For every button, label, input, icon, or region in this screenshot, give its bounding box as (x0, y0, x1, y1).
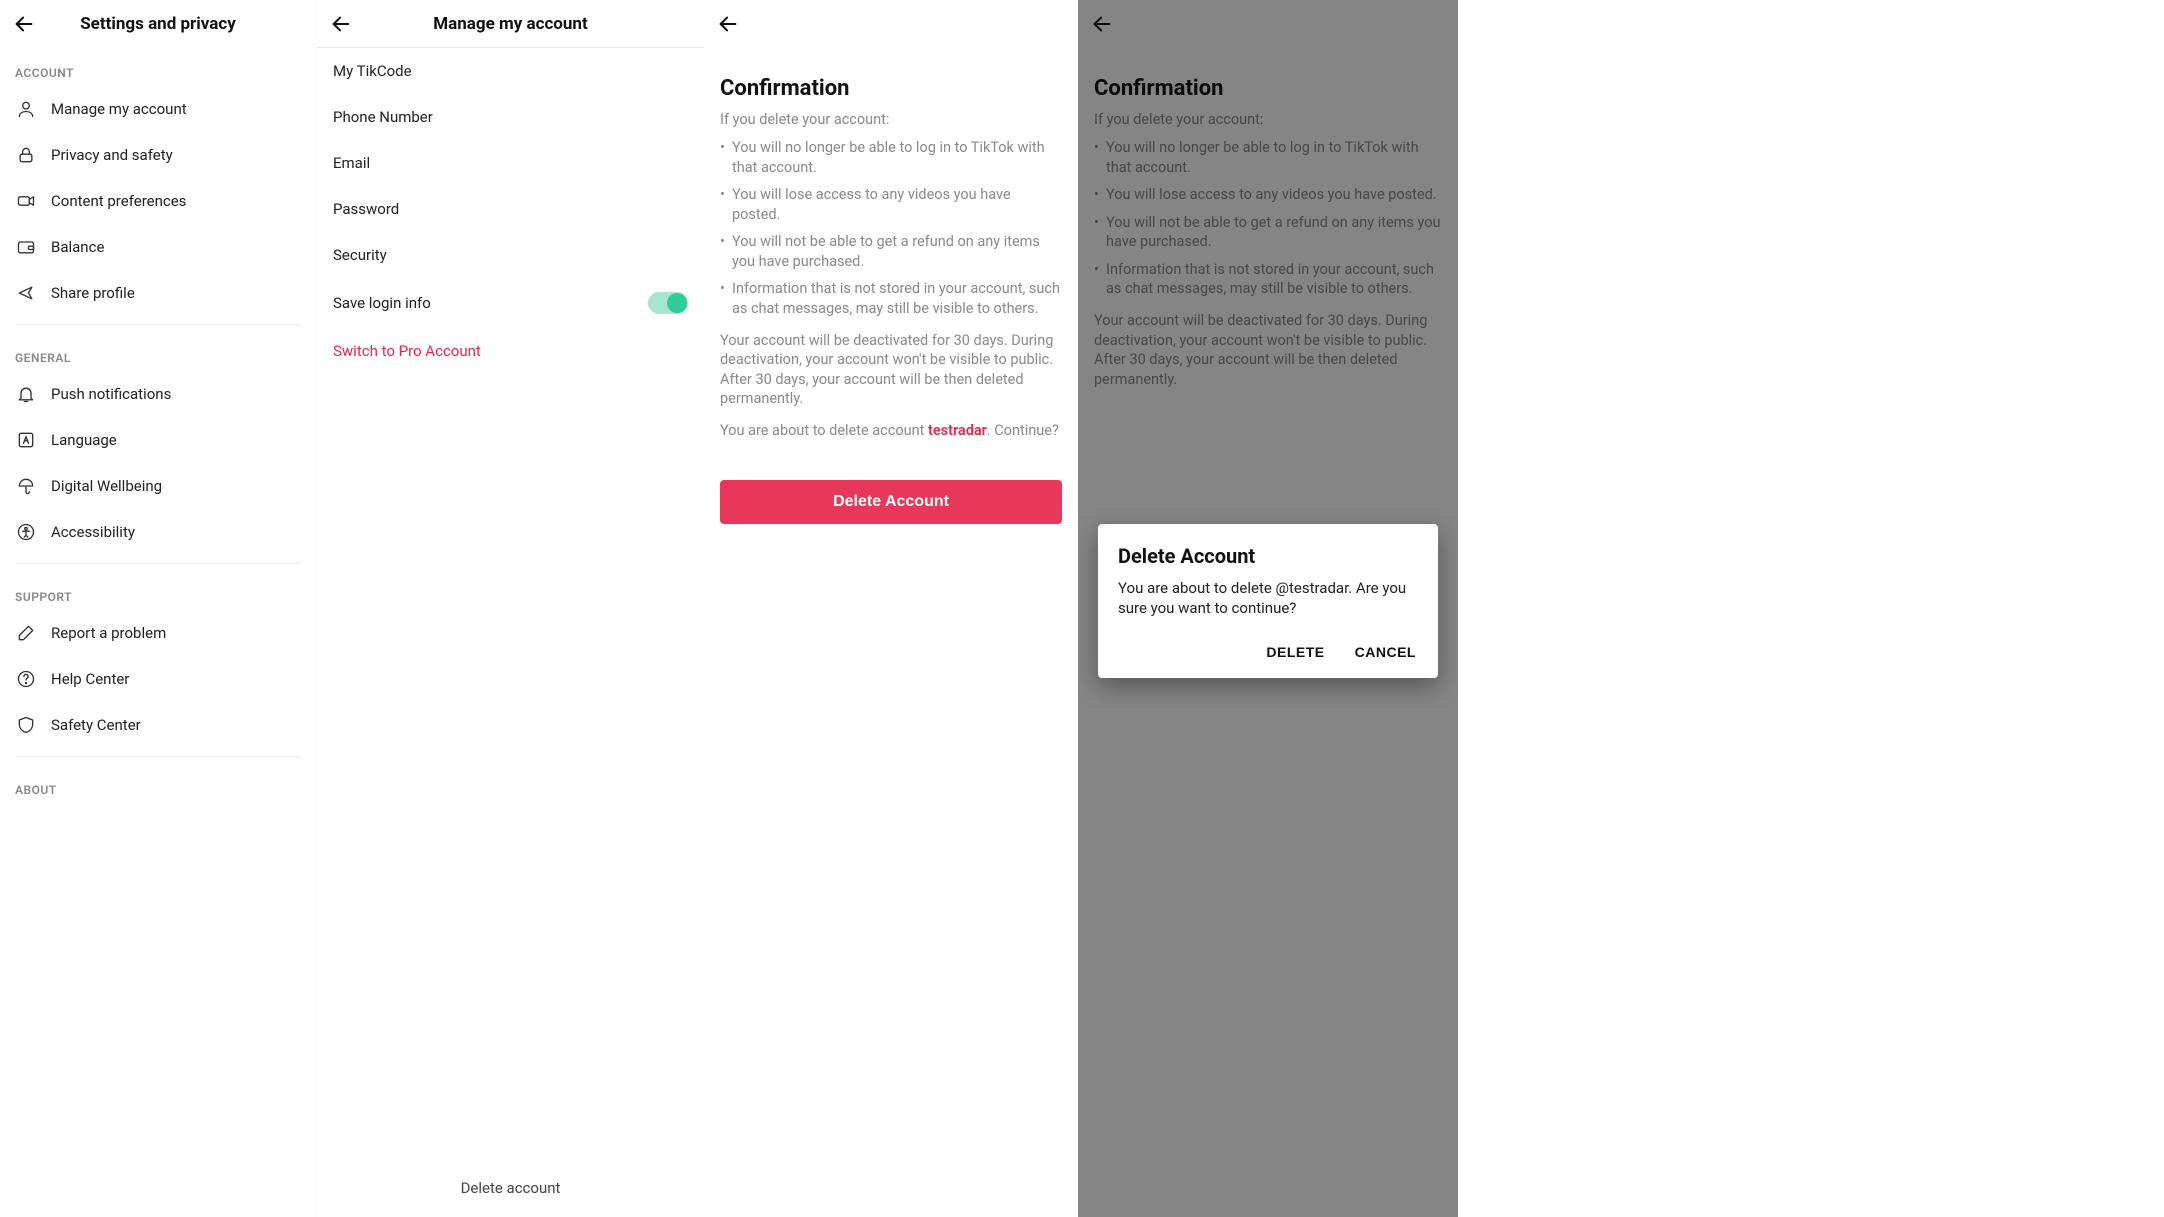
manage-account-header: Manage my account (317, 0, 704, 48)
back-arrow-icon (13, 13, 35, 35)
row-report-problem[interactable]: Report a problem (0, 610, 316, 656)
back-arrow-icon (717, 13, 739, 35)
row-label: My TikCode (333, 62, 688, 80)
person-icon (15, 98, 37, 120)
row-safety-center[interactable]: Safety Center (0, 702, 316, 748)
confirmation-bullet: You will no longer be able to log in to … (720, 138, 1062, 177)
row-label: Balance (51, 238, 301, 256)
umbrella-icon (15, 475, 37, 497)
confirmation-body: Confirmation If you delete your account:… (704, 48, 1078, 524)
row-language[interactable]: Language (0, 417, 316, 463)
row-label: Content preferences (51, 192, 301, 210)
delete-account-label: Delete account (461, 1179, 561, 1197)
row-privacy-safety[interactable]: Privacy and safety (0, 132, 316, 178)
row-share-profile[interactable]: Share profile (0, 270, 316, 316)
delete-question: You are about to delete account testrada… (720, 421, 1062, 441)
deactivate-paragraph: Your account will be deactivated for 30 … (720, 331, 1062, 409)
row-email[interactable]: Email (317, 140, 704, 186)
delete-account-button[interactable]: Delete Account (720, 480, 1062, 524)
divider (15, 324, 301, 325)
back-button[interactable] (10, 10, 38, 38)
confirmation-list: You will no longer be able to log in to … (720, 138, 1062, 319)
delete-account-link[interactable]: Delete account (317, 1179, 704, 1197)
row-label: Push notifications (51, 385, 301, 403)
delete-dialog: Delete Account You are about to delete @… (1098, 524, 1438, 679)
row-save-login-info[interactable]: Save login info (317, 278, 704, 328)
question-prefix: You are about to delete account (720, 422, 928, 439)
row-label: Digital Wellbeing (51, 477, 301, 495)
dialog-actions: DELETE CANCEL (1118, 638, 1418, 666)
row-security[interactable]: Security (317, 232, 704, 278)
dialog-delete-button[interactable]: DELETE (1264, 638, 1326, 666)
row-help-center[interactable]: Help Center (0, 656, 316, 702)
row-label: Safety Center (51, 716, 301, 734)
dialog-body: You are about to delete @testradar. Are … (1118, 578, 1418, 619)
save-login-toggle[interactable] (648, 292, 688, 314)
row-balance[interactable]: Balance (0, 224, 316, 270)
row-label: Language (51, 431, 301, 449)
row-label: Save login info (333, 294, 648, 312)
share-icon (15, 282, 37, 304)
shield-icon (15, 714, 37, 736)
row-label: Password (333, 200, 688, 218)
section-label-account: ACCOUNT (0, 48, 316, 86)
divider (15, 563, 301, 564)
page-title: Manage my account (317, 14, 704, 34)
dialog-cancel-button[interactable]: CANCEL (1353, 638, 1418, 666)
wallet-icon (15, 236, 37, 258)
row-password[interactable]: Password (317, 186, 704, 232)
settings-header: Settings and privacy (0, 0, 316, 48)
row-label: Manage my account (51, 100, 301, 118)
row-phone-number[interactable]: Phone Number (317, 94, 704, 140)
section-label-support: SUPPORT (0, 572, 316, 610)
language-icon (15, 429, 37, 451)
confirmation-dialog-panel: Confirmation If you delete your account:… (1078, 0, 1458, 1217)
row-label: Share profile (51, 284, 301, 302)
pencil-icon (15, 622, 37, 644)
row-label: Help Center (51, 670, 301, 688)
row-switch-pro-account[interactable]: Switch to Pro Account (317, 328, 704, 374)
dialog-title: Delete Account (1118, 544, 1418, 568)
back-arrow-icon (330, 13, 352, 35)
confirmation-intro: If you delete your account: (720, 111, 1062, 128)
question-suffix: . Continue? (987, 422, 1059, 439)
row-label: Report a problem (51, 624, 301, 642)
row-digital-wellbeing[interactable]: Digital Wellbeing (0, 463, 316, 509)
row-label: Accessibility (51, 523, 301, 541)
username: testradar (928, 422, 987, 439)
section-label-about: ABOUT (0, 765, 316, 803)
page-title: Settings and privacy (0, 14, 316, 34)
row-manage-account[interactable]: Manage my account (0, 86, 316, 132)
row-label: Security (333, 246, 688, 264)
confirmation-bullet: Information that is not stored in your a… (720, 279, 1062, 318)
switch-pro-link: Switch to Pro Account (333, 342, 688, 360)
back-button[interactable] (714, 10, 742, 38)
bell-icon (15, 383, 37, 405)
row-label: Privacy and safety (51, 146, 301, 164)
row-label: Phone Number (333, 108, 688, 126)
back-button[interactable] (327, 10, 355, 38)
confirmation-panel: Confirmation If you delete your account:… (704, 0, 1078, 1217)
manage-account-panel: Manage my account My TikCode Phone Numbe… (316, 0, 704, 1217)
section-label-general: GENERAL (0, 333, 316, 371)
row-my-tikcode[interactable]: My TikCode (317, 48, 704, 94)
accessibility-icon (15, 521, 37, 543)
confirmation-header (704, 0, 1078, 48)
row-label: Email (333, 154, 688, 172)
help-icon (15, 668, 37, 690)
confirmation-bullet: You will lose access to any videos you h… (720, 185, 1062, 224)
confirmation-title: Confirmation (720, 76, 1062, 101)
confirmation-bullet: You will not be able to get a refund on … (720, 232, 1062, 271)
video-icon (15, 190, 37, 212)
divider (15, 756, 301, 757)
lock-icon (15, 144, 37, 166)
row-push-notifications[interactable]: Push notifications (0, 371, 316, 417)
row-accessibility[interactable]: Accessibility (0, 509, 316, 555)
row-content-preferences[interactable]: Content preferences (0, 178, 316, 224)
settings-panel: Settings and privacy ACCOUNT Manage my a… (0, 0, 316, 1217)
